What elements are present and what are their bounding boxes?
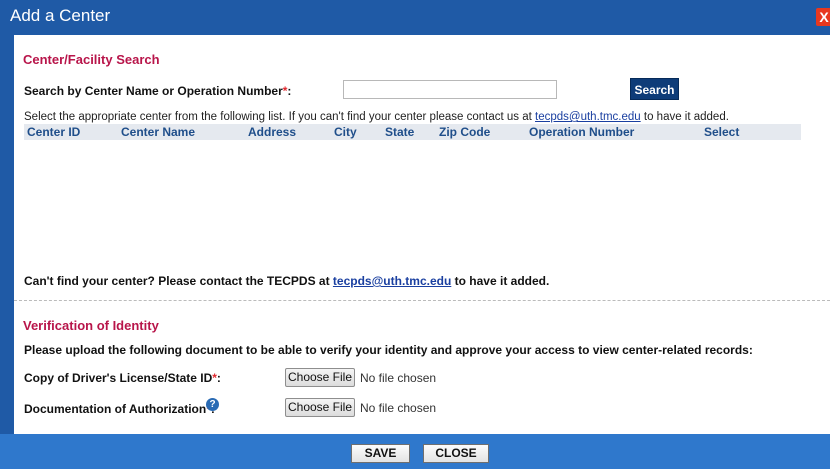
search-instructions-prefix: Select the appropriate center from the f… (24, 111, 536, 123)
drivers-license-label-text: Copy of Driver's License/State ID (24, 371, 213, 385)
verification-instructions: Please upload the following document to … (24, 343, 753, 357)
dialog-footer: SAVE CLOSE (0, 434, 830, 469)
authorization-file-status: No file chosen (360, 401, 437, 415)
authorization-label: Documentation of Authorization*: (24, 402, 215, 416)
close-icon[interactable]: X (816, 8, 830, 26)
contact-email-link[interactable]: tecpds@uth.tmc.edu (535, 111, 641, 123)
drivers-license-file-status: No file chosen (360, 371, 437, 385)
column-header-select: Select (704, 125, 740, 139)
label-colon: : (287, 84, 292, 98)
help-icon[interactable]: ? (206, 398, 219, 411)
search-label: Search by Center Name or Operation Numbe… (24, 84, 291, 98)
dialog-titlebar: Add a Center X (0, 0, 830, 35)
cant-find-suffix: to have it added. (451, 274, 550, 288)
dialog-content: Center/Facility Search Search by Center … (14, 35, 830, 434)
tecpds-email-link[interactable]: tecpds@uth.tmc.edu (333, 274, 451, 288)
search-button[interactable]: Search (630, 78, 679, 100)
dialog-title: Add a Center (10, 6, 111, 25)
column-header-operation-number: Operation Number (529, 125, 635, 139)
authorization-label-text: Documentation of Authorization (24, 402, 207, 416)
verification-section-title: Verification of Identity (23, 318, 159, 333)
search-section-title: Center/Facility Search (23, 52, 160, 67)
authorization-choose-file-button[interactable]: Choose File (285, 398, 355, 417)
search-instructions-suffix: to have it added. (640, 111, 729, 123)
label-colon: : (216, 371, 221, 385)
column-header-center-name: Center Name (121, 125, 196, 139)
cant-find-prefix: Can't find your center? Please contact t… (24, 274, 333, 288)
column-header-state: State (385, 125, 415, 139)
column-header-zip-code: Zip Code (439, 125, 491, 139)
section-divider (14, 300, 830, 301)
results-table-header: Center ID Center Name Address City State… (24, 124, 801, 140)
column-header-city: City (334, 125, 357, 139)
save-button[interactable]: SAVE (351, 444, 410, 463)
column-header-address: Address (248, 125, 297, 139)
search-instructions: Select the appropriate center from the f… (24, 111, 729, 123)
close-button[interactable]: CLOSE (423, 444, 489, 463)
drivers-license-label: Copy of Driver's License/State ID*: (24, 371, 221, 385)
column-header-center-id: Center ID (27, 125, 81, 139)
search-label-text: Search by Center Name or Operation Numbe… (24, 84, 283, 98)
search-input[interactable] (343, 80, 557, 99)
dialog-frame-left (0, 35, 14, 434)
drivers-license-choose-file-button[interactable]: Choose File (285, 368, 355, 387)
cant-find-message: Can't find your center? Please contact t… (24, 274, 549, 288)
